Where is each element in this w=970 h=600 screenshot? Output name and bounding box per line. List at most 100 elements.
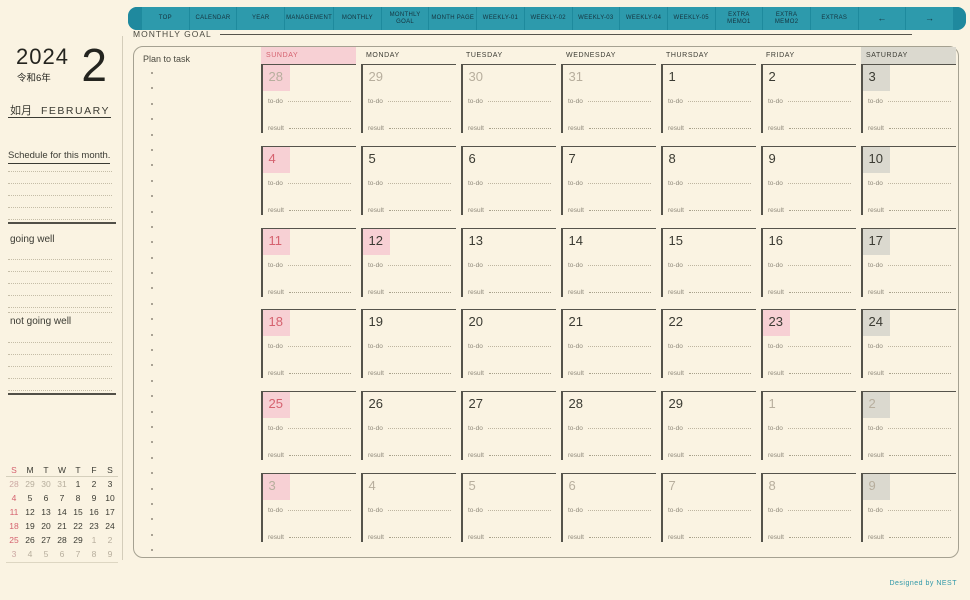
result-writing-line xyxy=(488,209,551,211)
day-cell[interactable]: 9 to-do result xyxy=(861,473,956,555)
day-cell[interactable]: 29 to-do result xyxy=(661,391,756,473)
nav-tab-extras[interactable]: EXTRAS xyxy=(809,7,858,30)
result-writing-line xyxy=(688,537,751,539)
day-cell[interactable]: 25 to-do result xyxy=(261,391,356,473)
todo-writing-line xyxy=(887,182,951,184)
day-cell[interactable]: 7 to-do result xyxy=(561,145,656,228)
schedule-writing-lines xyxy=(8,160,112,220)
day-cell[interactable]: 16 to-do result xyxy=(761,227,856,310)
day-cell[interactable]: 5 to-do result xyxy=(361,145,456,228)
todo-label: to-do xyxy=(368,507,383,515)
result-row: result xyxy=(868,125,951,132)
todo-writing-line xyxy=(487,510,551,512)
nav-tab-weekly-01[interactable]: WEEKLY-01 xyxy=(476,7,524,30)
day-cell[interactable]: 27 to-do result xyxy=(461,391,556,473)
bullet-dot xyxy=(151,118,153,121)
todo-writing-line xyxy=(287,346,351,348)
mini-cal-day: 11 xyxy=(9,507,19,517)
todo-writing-line xyxy=(787,510,851,512)
bullet-dot xyxy=(151,487,153,490)
nav-tab-monthly-goal[interactable]: MONTHLY GOAL xyxy=(380,7,429,30)
mini-cal-day: 16 xyxy=(89,507,99,517)
todo-writing-line xyxy=(287,264,351,266)
todo-label: to-do xyxy=(568,507,583,515)
nav-arrow-right[interactable]: → xyxy=(905,7,953,30)
nav-tab-monthly[interactable]: MONTHLY xyxy=(333,7,381,30)
day-cell[interactable]: 6 to-do result xyxy=(461,145,556,228)
nav-tab-weekly-03[interactable]: WEEKLY-03 xyxy=(571,7,620,30)
day-cell[interactable]: 2 to-do result xyxy=(861,391,956,473)
result-label: result xyxy=(468,125,484,132)
day-cell[interactable]: 3 to-do result xyxy=(861,64,956,146)
todo-row: to-do xyxy=(268,343,351,350)
day-cell[interactable]: 1 to-do result xyxy=(761,391,856,473)
day-cell[interactable]: 31 to-do result xyxy=(561,64,656,146)
day-cell[interactable]: 18 to-do result xyxy=(261,309,356,391)
day-cell[interactable]: 28 to-do result xyxy=(261,64,356,146)
day-cell[interactable]: 9 to-do result xyxy=(761,145,856,228)
nav-tab-month-page[interactable]: MONTH PAGE xyxy=(428,7,476,30)
nav-tab-extra-memo2[interactable]: EXTRA MEMO2 xyxy=(762,7,810,30)
todo-row: to-do xyxy=(568,507,651,514)
nav-tab-weekly-02[interactable]: WEEKLY-02 xyxy=(523,7,572,30)
day-cell[interactable]: 20 to-do result xyxy=(461,309,556,391)
nav-tab-management[interactable]: MANAGEMENT xyxy=(284,7,333,30)
day-cell[interactable]: 7 to-do result xyxy=(661,473,756,555)
result-writing-line xyxy=(488,455,551,457)
going-well-label: going well xyxy=(10,234,55,245)
todo-label: to-do xyxy=(268,507,283,515)
mini-cal-day: 2 xyxy=(91,479,97,489)
day-cell[interactable]: 23 to-do result xyxy=(761,309,856,391)
day-cell[interactable]: 5 to-do result xyxy=(461,473,556,555)
day-cell[interactable]: 11 to-do result xyxy=(261,227,356,310)
not-going-well-label: not going well xyxy=(10,316,72,327)
day-cell[interactable]: 29 to-do result xyxy=(361,64,456,146)
day-cell[interactable]: 26 to-do result xyxy=(361,391,456,473)
result-label: result xyxy=(868,206,884,214)
nav-tab-calendar[interactable]: CALENDAR xyxy=(188,7,237,30)
day-cell[interactable]: 28 to-do result xyxy=(561,391,656,473)
mini-cal-day: 17 xyxy=(105,507,115,517)
todo-writing-line xyxy=(287,182,351,184)
day-cell[interactable]: 22 to-do result xyxy=(661,309,756,391)
nav-arrow-left[interactable]: ← xyxy=(857,7,906,30)
day-cell[interactable]: 6 to-do result xyxy=(561,473,656,555)
day-cell[interactable]: 24 to-do result xyxy=(861,309,956,391)
day-cell[interactable]: 30 to-do result xyxy=(461,64,556,146)
day-cell[interactable]: 13 to-do result xyxy=(461,227,556,310)
nav-tab-top[interactable]: TOP xyxy=(141,7,189,30)
day-cell[interactable]: 12 to-do result xyxy=(361,227,456,310)
bullet-dot xyxy=(151,318,153,321)
mini-cal-weekday: T xyxy=(75,465,81,475)
nav-tab-extra-memo1[interactable]: EXTRA MEMO1 xyxy=(714,7,763,30)
day-cell[interactable]: 10 to-do result xyxy=(861,145,956,228)
nav-tab-weekly-04[interactable]: WEEKLY-04 xyxy=(619,7,667,30)
mini-cal-weekday: T xyxy=(43,465,49,475)
day-cell[interactable]: 14 to-do result xyxy=(561,227,656,310)
nav-tab-year[interactable]: YEAR xyxy=(236,7,284,30)
day-cell[interactable]: 8 to-do result xyxy=(661,145,756,228)
day-cell[interactable]: 21 to-do result xyxy=(561,309,656,391)
day-cell[interactable]: 17 to-do result xyxy=(861,227,956,310)
result-row: result xyxy=(768,289,851,296)
day-cell[interactable]: 4 to-do result xyxy=(261,145,356,228)
day-cell[interactable]: 1 to-do result xyxy=(661,64,756,146)
day-cell[interactable]: 3 to-do result xyxy=(261,473,356,555)
todo-row: to-do xyxy=(668,425,751,432)
day-cell[interactable]: 19 to-do result xyxy=(361,309,456,391)
mini-cal-day: 30 xyxy=(41,479,51,489)
result-label: result xyxy=(768,534,784,542)
nav-tab-weekly-05[interactable]: WEEKLY-05 xyxy=(666,7,715,30)
day-cell[interactable]: 15 to-do result xyxy=(661,227,756,310)
monthly-goal-heading: MONTHLY GOAL xyxy=(133,29,912,39)
result-writing-line xyxy=(288,373,351,375)
result-label: result xyxy=(468,370,484,378)
day-cell[interactable]: 8 to-do result xyxy=(761,473,856,555)
result-writing-line xyxy=(788,128,851,129)
date-number: 14 xyxy=(568,232,583,248)
todo-label: to-do xyxy=(668,261,683,269)
day-cell[interactable]: 2 to-do result xyxy=(761,64,856,146)
day-cell[interactable]: 4 to-do result xyxy=(361,473,456,555)
result-row: result xyxy=(868,534,951,541)
result-label: result xyxy=(368,125,384,132)
